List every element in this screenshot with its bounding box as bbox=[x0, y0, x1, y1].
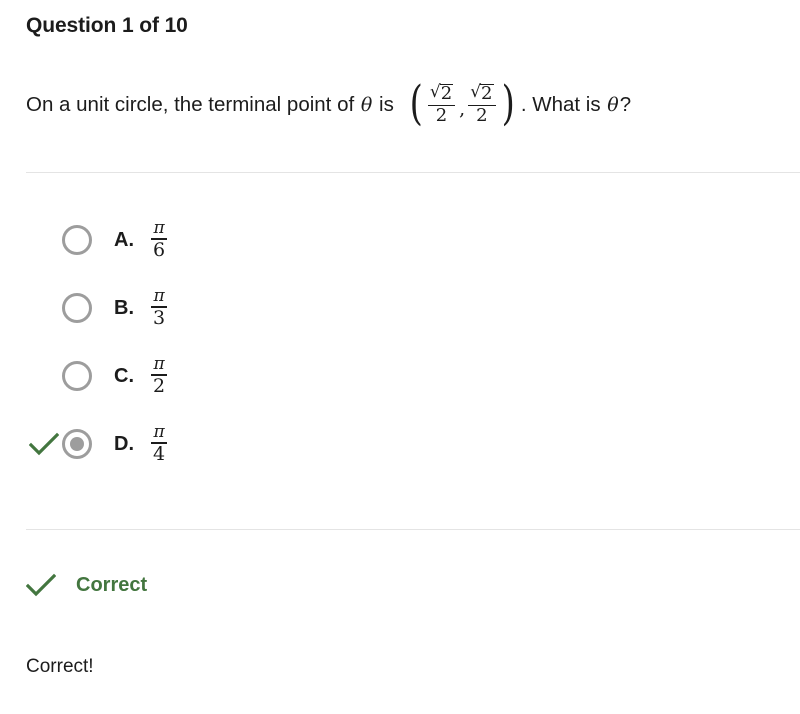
radio-button-a[interactable] bbox=[62, 225, 92, 255]
divider-above-options bbox=[26, 172, 800, 173]
check-icon bbox=[29, 432, 59, 456]
fraction-a: π 6 bbox=[151, 218, 168, 261]
option-value-b: π 3 bbox=[149, 288, 169, 328]
fraction-denominator-d: 4 bbox=[153, 442, 166, 465]
question-text-end: ? bbox=[619, 92, 632, 116]
option-letter-a: A. bbox=[114, 228, 134, 251]
question-text-mid: is bbox=[373, 92, 400, 116]
fraction-denominator-b: 3 bbox=[153, 306, 166, 329]
theta-symbol: θ bbox=[607, 93, 619, 116]
option-value-d: π 4 bbox=[149, 424, 169, 464]
option-value-a: π 6 bbox=[149, 220, 169, 260]
result-status: Correct bbox=[26, 573, 147, 597]
answer-options-list: A. π 6 B. π 3 C. π 2 D. π 4 bbox=[0, 206, 800, 478]
option-row-a[interactable]: A. π 6 bbox=[0, 206, 800, 274]
correct-marker-slot-d bbox=[26, 432, 62, 456]
divider-below-options bbox=[26, 529, 800, 530]
coordinate-comma: , bbox=[459, 98, 466, 121]
option-row-b[interactable]: B. π 3 bbox=[0, 274, 800, 342]
fraction-denominator-a: 6 bbox=[153, 238, 166, 261]
theta-symbol: θ bbox=[360, 93, 373, 116]
sqrt-group: √ 2 bbox=[470, 83, 494, 104]
fraction-numerator-c: π bbox=[153, 354, 165, 375]
y-coordinate-fraction: √ 2 2 bbox=[468, 83, 496, 127]
option-value-c: π 2 bbox=[149, 356, 169, 396]
fraction-numerator-d: π bbox=[153, 422, 165, 443]
x-coordinate-denominator: 2 bbox=[435, 105, 448, 127]
radio-button-b[interactable] bbox=[62, 293, 92, 323]
open-paren: ( bbox=[409, 76, 423, 132]
status-badge: Correct bbox=[76, 573, 148, 596]
fraction-numerator-a: π bbox=[153, 218, 165, 239]
close-paren: ) bbox=[501, 76, 515, 132]
fraction-numerator-b: π bbox=[153, 286, 165, 307]
option-row-d[interactable]: D. π 4 bbox=[0, 410, 800, 478]
radio-button-d[interactable] bbox=[62, 429, 92, 459]
option-letter-d: D. bbox=[114, 432, 134, 455]
y-radicand: 2 bbox=[480, 83, 494, 104]
option-letter-b: B. bbox=[114, 296, 134, 319]
option-letter-c: C. bbox=[114, 364, 134, 387]
y-coordinate-denominator: 2 bbox=[476, 105, 488, 127]
fraction-d: π 4 bbox=[151, 422, 168, 465]
fraction-b: π 3 bbox=[151, 286, 168, 329]
fraction-c: π 2 bbox=[151, 354, 168, 397]
question-stem: On a unit circle, the terminal point of … bbox=[26, 76, 632, 132]
x-radicand: 2 bbox=[439, 83, 454, 104]
page-title: Question 1 of 10 bbox=[26, 14, 188, 37]
fraction-denominator-c: 2 bbox=[153, 374, 166, 397]
y-coordinate-numerator: √ 2 bbox=[468, 83, 495, 104]
quiz-question-page: Question 1 of 10 On a unit circle, the t… bbox=[0, 0, 800, 714]
sqrt-group: √ 2 bbox=[430, 83, 454, 104]
x-coordinate-numerator: √ 2 bbox=[428, 83, 455, 104]
question-text-after: . What is bbox=[520, 92, 607, 116]
radio-button-c[interactable] bbox=[62, 361, 92, 391]
question-text-before: On a unit circle, the terminal point of bbox=[26, 92, 360, 116]
result-explanation: Correct! bbox=[26, 656, 94, 677]
radio-dot bbox=[70, 437, 84, 451]
option-row-c[interactable]: C. π 2 bbox=[0, 342, 800, 410]
terminal-point-expression: ( √ 2 2 , √ 2 2 ) bbox=[407, 76, 517, 132]
x-coordinate-fraction: √ 2 2 bbox=[427, 83, 456, 127]
check-icon bbox=[26, 573, 56, 597]
